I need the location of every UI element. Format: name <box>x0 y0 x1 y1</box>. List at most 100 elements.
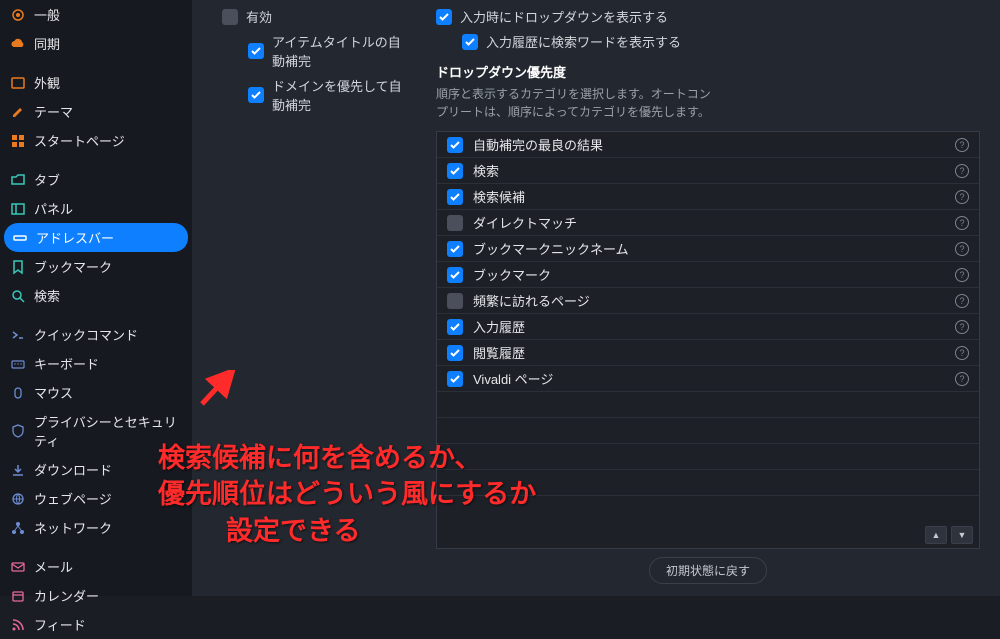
dropdown-options: 入力時にドロップダウンを表示する 入力履歴に検索ワードを表示する ドロップダウン… <box>436 4 980 584</box>
tab-icon <box>10 172 26 188</box>
help-icon[interactable]: ? <box>955 346 969 360</box>
command-icon <box>10 327 26 343</box>
checkbox-icon[interactable] <box>447 137 463 153</box>
feed-icon <box>10 617 26 633</box>
appearance-icon <box>10 75 26 91</box>
priority-item[interactable]: ブックマークニックネーム ? <box>437 236 979 262</box>
priority-empty-row <box>437 392 979 418</box>
priority-desc: 順序と表示するカテゴリを選択します。オートコン プリートは、順序によってカテゴリ… <box>436 85 980 121</box>
checkbox-icon[interactable] <box>222 9 238 25</box>
sidebar-item-mouse[interactable]: マウス <box>0 378 192 407</box>
priority-label: 閲覧履歴 <box>473 343 955 362</box>
checkbox-icon[interactable] <box>447 241 463 257</box>
sidebar-label: プライバシーとセキュリティ <box>34 412 182 450</box>
mouse-icon <box>10 385 26 401</box>
sidebar-label: スタートページ <box>34 131 125 150</box>
sidebar-item-panel[interactable]: パネル <box>0 194 192 223</box>
priority-item[interactable]: 入力履歴 ? <box>437 314 979 340</box>
sidebar-item-feed[interactable]: フィード <box>0 610 192 639</box>
help-icon[interactable]: ? <box>955 372 969 386</box>
reset-button[interactable]: 初期状態に戻す <box>649 557 767 584</box>
move-down-button[interactable]: ▼ <box>951 526 973 544</box>
checkbox-icon[interactable] <box>447 189 463 205</box>
sidebar-item-addressbar[interactable]: アドレスバー <box>4 223 188 252</box>
opt-show-dropdown[interactable]: 入力時にドロップダウンを表示する <box>436 4 980 29</box>
priority-item[interactable]: 検索候補 ? <box>437 184 979 210</box>
bookmark-icon <box>10 259 26 275</box>
opt-title-autocomplete[interactable]: アイテムタイトルの自動補完 <box>222 29 412 73</box>
checkbox-icon[interactable] <box>447 319 463 335</box>
priority-empty-row <box>437 470 979 496</box>
priority-label: Vivaldi ページ <box>473 369 955 388</box>
sidebar-item-general[interactable]: 一般 <box>0 0 192 29</box>
checkbox-icon[interactable] <box>447 163 463 179</box>
checkbox-icon[interactable] <box>447 371 463 387</box>
checkbox-icon[interactable] <box>248 43 264 59</box>
help-icon[interactable]: ? <box>955 294 969 308</box>
checkbox-icon[interactable] <box>447 293 463 309</box>
checkbox-icon[interactable] <box>447 267 463 283</box>
shield-icon <box>10 423 26 439</box>
download-icon <box>10 462 26 478</box>
sidebar-item-tabs[interactable]: タブ <box>0 165 192 194</box>
priority-label: 検索 <box>473 161 955 180</box>
sidebar-label: ダウンロード <box>34 460 112 479</box>
sidebar-item-sync[interactable]: 同期 <box>0 29 192 58</box>
sidebar-label: ブックマーク <box>34 257 112 276</box>
priority-item[interactable]: ダイレクトマッチ ? <box>437 210 979 236</box>
checkbox-icon[interactable] <box>248 87 264 103</box>
sidebar-label: ネットワーク <box>34 518 112 537</box>
sidebar-item-webpage[interactable]: ウェブページ <box>0 484 192 513</box>
checkbox-icon[interactable] <box>436 9 452 25</box>
opt-label: ドメインを優先して自動補完 <box>272 76 412 114</box>
priority-label: 検索候補 <box>473 187 955 206</box>
priority-item[interactable]: 自動補完の最良の結果 ? <box>437 132 979 158</box>
sidebar-item-keyboard[interactable]: キーボード <box>0 349 192 378</box>
sidebar-item-theme[interactable]: テーマ <box>0 97 192 126</box>
opt-show-search-in-history[interactable]: 入力履歴に検索ワードを表示する <box>436 29 980 54</box>
sidebar-item-bookmarks[interactable]: ブックマーク <box>0 252 192 281</box>
priority-label: 入力履歴 <box>473 317 955 336</box>
sidebar-label: タブ <box>34 170 60 189</box>
help-icon[interactable]: ? <box>955 320 969 334</box>
globe-icon <box>10 491 26 507</box>
checkbox-icon[interactable] <box>447 215 463 231</box>
sidebar-item-appearance[interactable]: 外観 <box>0 68 192 97</box>
addressbar-icon <box>12 230 28 246</box>
sidebar-item-mail[interactable]: メール <box>0 552 192 581</box>
priority-item[interactable]: 頻繁に訪れるページ ? <box>437 288 979 314</box>
priority-item[interactable]: 検索 ? <box>437 158 979 184</box>
opt-enabled[interactable]: 有効 <box>222 4 412 29</box>
priority-item[interactable]: Vivaldi ページ ? <box>437 366 979 392</box>
priority-item[interactable]: 閲覧履歴 ? <box>437 340 979 366</box>
priority-reorder-controls: ▲ ▼ <box>437 522 979 548</box>
sidebar-label: フィード <box>34 615 86 634</box>
search-icon <box>10 288 26 304</box>
gear-icon <box>10 7 26 23</box>
network-icon <box>10 520 26 536</box>
sidebar-label: キーボード <box>34 354 99 373</box>
grid-icon <box>10 133 26 149</box>
sidebar-item-startpage[interactable]: スタートページ <box>0 126 192 155</box>
help-icon[interactable]: ? <box>955 268 969 282</box>
keyboard-icon <box>10 356 26 372</box>
checkbox-icon[interactable] <box>447 345 463 361</box>
help-icon[interactable]: ? <box>955 190 969 204</box>
help-icon[interactable]: ? <box>955 138 969 152</box>
priority-label: 自動補完の最良の結果 <box>473 135 955 154</box>
checkbox-icon[interactable] <box>462 34 478 50</box>
opt-domain-priority[interactable]: ドメインを優先して自動補完 <box>222 73 412 117</box>
help-icon[interactable]: ? <box>955 164 969 178</box>
help-icon[interactable]: ? <box>955 216 969 230</box>
priority-label: ダイレクトマッチ <box>473 213 955 232</box>
sidebar-item-network[interactable]: ネットワーク <box>0 513 192 542</box>
sidebar-item-quickcommand[interactable]: クイックコマンド <box>0 320 192 349</box>
sidebar-item-download[interactable]: ダウンロード <box>0 455 192 484</box>
priority-item[interactable]: ブックマーク ? <box>437 262 979 288</box>
sidebar-item-privacy[interactable]: プライバシーとセキュリティ <box>0 407 192 455</box>
help-icon[interactable]: ? <box>955 242 969 256</box>
priority-label: ブックマークニックネーム <box>473 239 955 258</box>
sidebar-item-search[interactable]: 検索 <box>0 281 192 310</box>
settings-main: 有効 アイテムタイトルの自動補完 ドメインを優先して自動補完 入力時にドロップダ… <box>192 0 1000 596</box>
move-up-button[interactable]: ▲ <box>925 526 947 544</box>
